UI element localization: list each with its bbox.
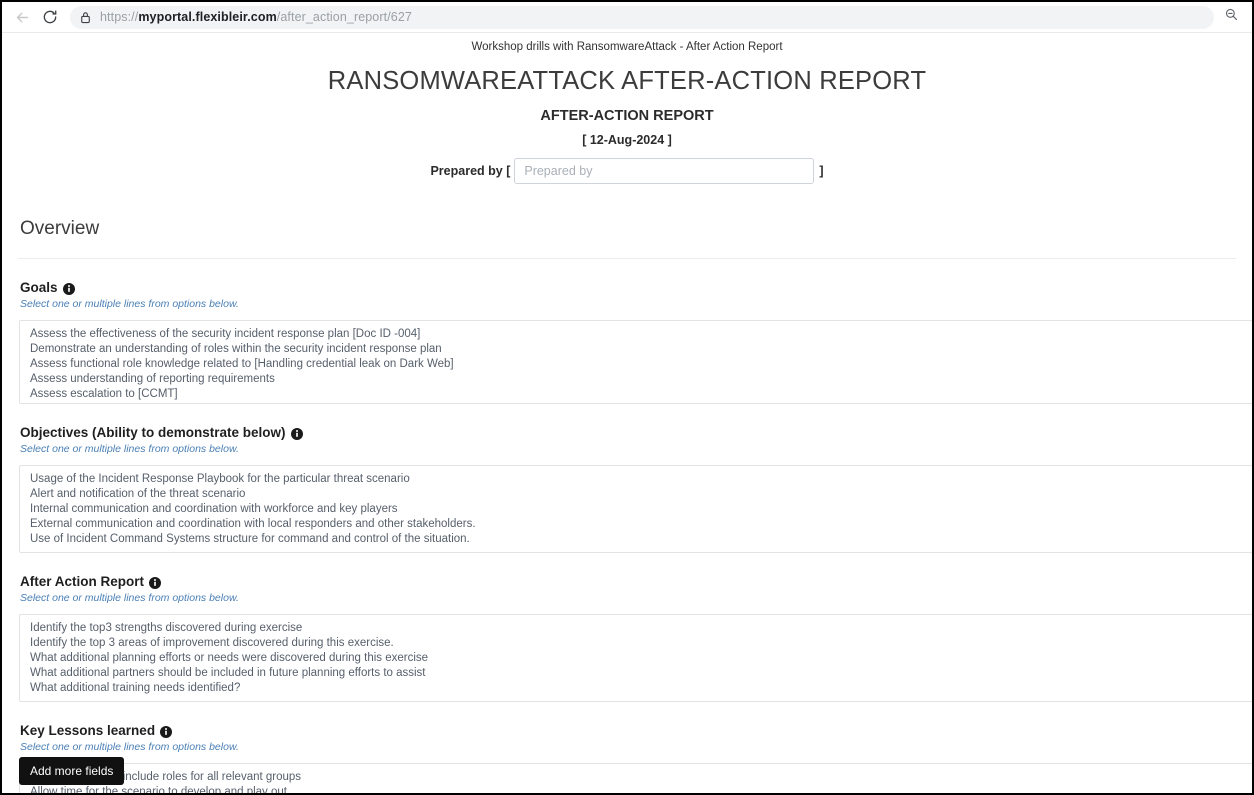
section-goals-header: Goals: [20, 280, 1252, 295]
list-item[interactable]: What additional planning efforts or need…: [20, 651, 1252, 666]
section-goals-title: Goals: [20, 280, 58, 295]
add-more-fields-button[interactable]: Add more fields: [19, 757, 125, 785]
objectives-options-list[interactable]: Usage of the Incident Response Playbook …: [19, 465, 1252, 553]
list-item[interactable]: External communication and coordination …: [20, 517, 1252, 532]
page-content: Workshop drills with RansomwareAttack - …: [2, 33, 1252, 793]
prepared-by-close-bracket: ]: [819, 164, 824, 178]
after-action-report-options-list[interactable]: Identify the top3 strengths discovered d…: [19, 614, 1252, 702]
prepared-by-row: Prepared by [ ]: [2, 158, 1252, 184]
browser-window: https://myportal.flexibleir.com/after_ac…: [0, 0, 1254, 795]
section-after-action-report-header: After Action Report: [20, 574, 1252, 589]
url-path: /after_action_report/627: [276, 10, 412, 24]
section-objectives: Objectives (Ability to demonstrate below…: [2, 425, 1252, 553]
lock-icon: [80, 11, 91, 24]
list-item[interactable]: Internal communication and coordination …: [20, 502, 1252, 517]
prepared-by-label: Prepared by [: [430, 164, 511, 178]
list-item[interactable]: Alert and notification of the threat sce…: [20, 487, 1252, 502]
url-scheme: https://: [100, 10, 139, 24]
zoom-out-button[interactable]: [1218, 4, 1244, 30]
list-item[interactable]: Preplanning must include roles for all r…: [20, 770, 1252, 785]
list-item[interactable]: Identify the top 3 areas of improvement …: [20, 636, 1252, 651]
info-icon[interactable]: [160, 725, 173, 738]
address-bar[interactable]: https://myportal.flexibleir.com/after_ac…: [70, 5, 1214, 29]
list-item[interactable]: Allow time for the scenario to develop a…: [20, 785, 1252, 793]
section-key-lessons-learned-hint: Select one or multiple lines from option…: [20, 741, 239, 753]
url-host: myportal.flexibleir.com: [138, 10, 277, 24]
browser-toolbar: https://myportal.flexibleir.com/after_ac…: [2, 2, 1252, 33]
list-item[interactable]: Demonstrate an understanding of roles wi…: [20, 342, 1252, 357]
reload-icon: [42, 9, 58, 25]
goals-options-list[interactable]: Assess the effectiveness of the security…: [19, 320, 1252, 404]
breadcrumb: Workshop drills with RansomwareAttack - …: [471, 41, 783, 53]
list-item[interactable]: What additional training needs identifie…: [20, 681, 1252, 696]
list-item[interactable]: Identify areas of the security incident …: [20, 402, 1252, 403]
list-item[interactable]: Identify the top3 strengths discovered d…: [20, 621, 1252, 636]
section-key-lessons-learned-header: Key Lessons learned: [20, 723, 1252, 738]
report-subhead: AFTER-ACTION REPORT: [540, 108, 714, 124]
page-title: RANSOMWAREATTACK AFTER-ACTION REPORT: [327, 67, 927, 95]
section-goals-hint: Select one or multiple lines from option…: [20, 298, 239, 310]
section-after-action-report: After Action Report Select one or multip…: [2, 574, 1252, 702]
overview-divider: [18, 258, 1236, 259]
section-after-action-report-title: After Action Report: [20, 574, 144, 589]
report-date: [ 12-Aug-2024 ]: [582, 133, 672, 147]
list-item[interactable]: Usage of the Incident Response Playbook …: [20, 472, 1252, 487]
section-after-action-report-hint: Select one or multiple lines from option…: [20, 592, 239, 604]
reload-button[interactable]: [36, 3, 64, 31]
prepared-by-input[interactable]: [514, 158, 815, 184]
list-item[interactable]: Use of Incident Command Systems structur…: [20, 532, 1252, 547]
zoom-out-icon: [1224, 7, 1239, 27]
info-icon[interactable]: [290, 427, 303, 440]
list-item[interactable]: What additional partners should be inclu…: [20, 666, 1252, 681]
section-goals: Goals Select one or multiple lines from …: [2, 280, 1252, 404]
section-key-lessons-learned: Key Lessons learned Select one or multip…: [2, 723, 1252, 793]
list-item[interactable]: Assess escalation to [CCMT]: [20, 387, 1252, 402]
section-key-lessons-learned-title: Key Lessons learned: [20, 723, 156, 738]
list-item[interactable]: Assess functional role knowledge related…: [20, 357, 1252, 372]
url-text: https://myportal.flexibleir.com/after_ac…: [100, 10, 412, 24]
back-arrow-icon: [14, 9, 31, 26]
back-button[interactable]: [8, 3, 36, 31]
section-objectives-header: Objectives (Ability to demonstrate below…: [20, 425, 1252, 440]
overview-heading: Overview: [20, 218, 100, 239]
key-lessons-options-list[interactable]: Preplanning must include roles for all r…: [19, 763, 1252, 793]
list-item[interactable]: Assess the effectiveness of the security…: [20, 327, 1252, 342]
info-icon[interactable]: [62, 282, 75, 295]
section-objectives-title: Objectives (Ability to demonstrate below…: [20, 425, 286, 440]
section-objectives-hint: Select one or multiple lines from option…: [20, 443, 239, 455]
info-icon[interactable]: [149, 576, 161, 589]
list-item[interactable]: Assess understanding of reporting requir…: [20, 372, 1252, 387]
